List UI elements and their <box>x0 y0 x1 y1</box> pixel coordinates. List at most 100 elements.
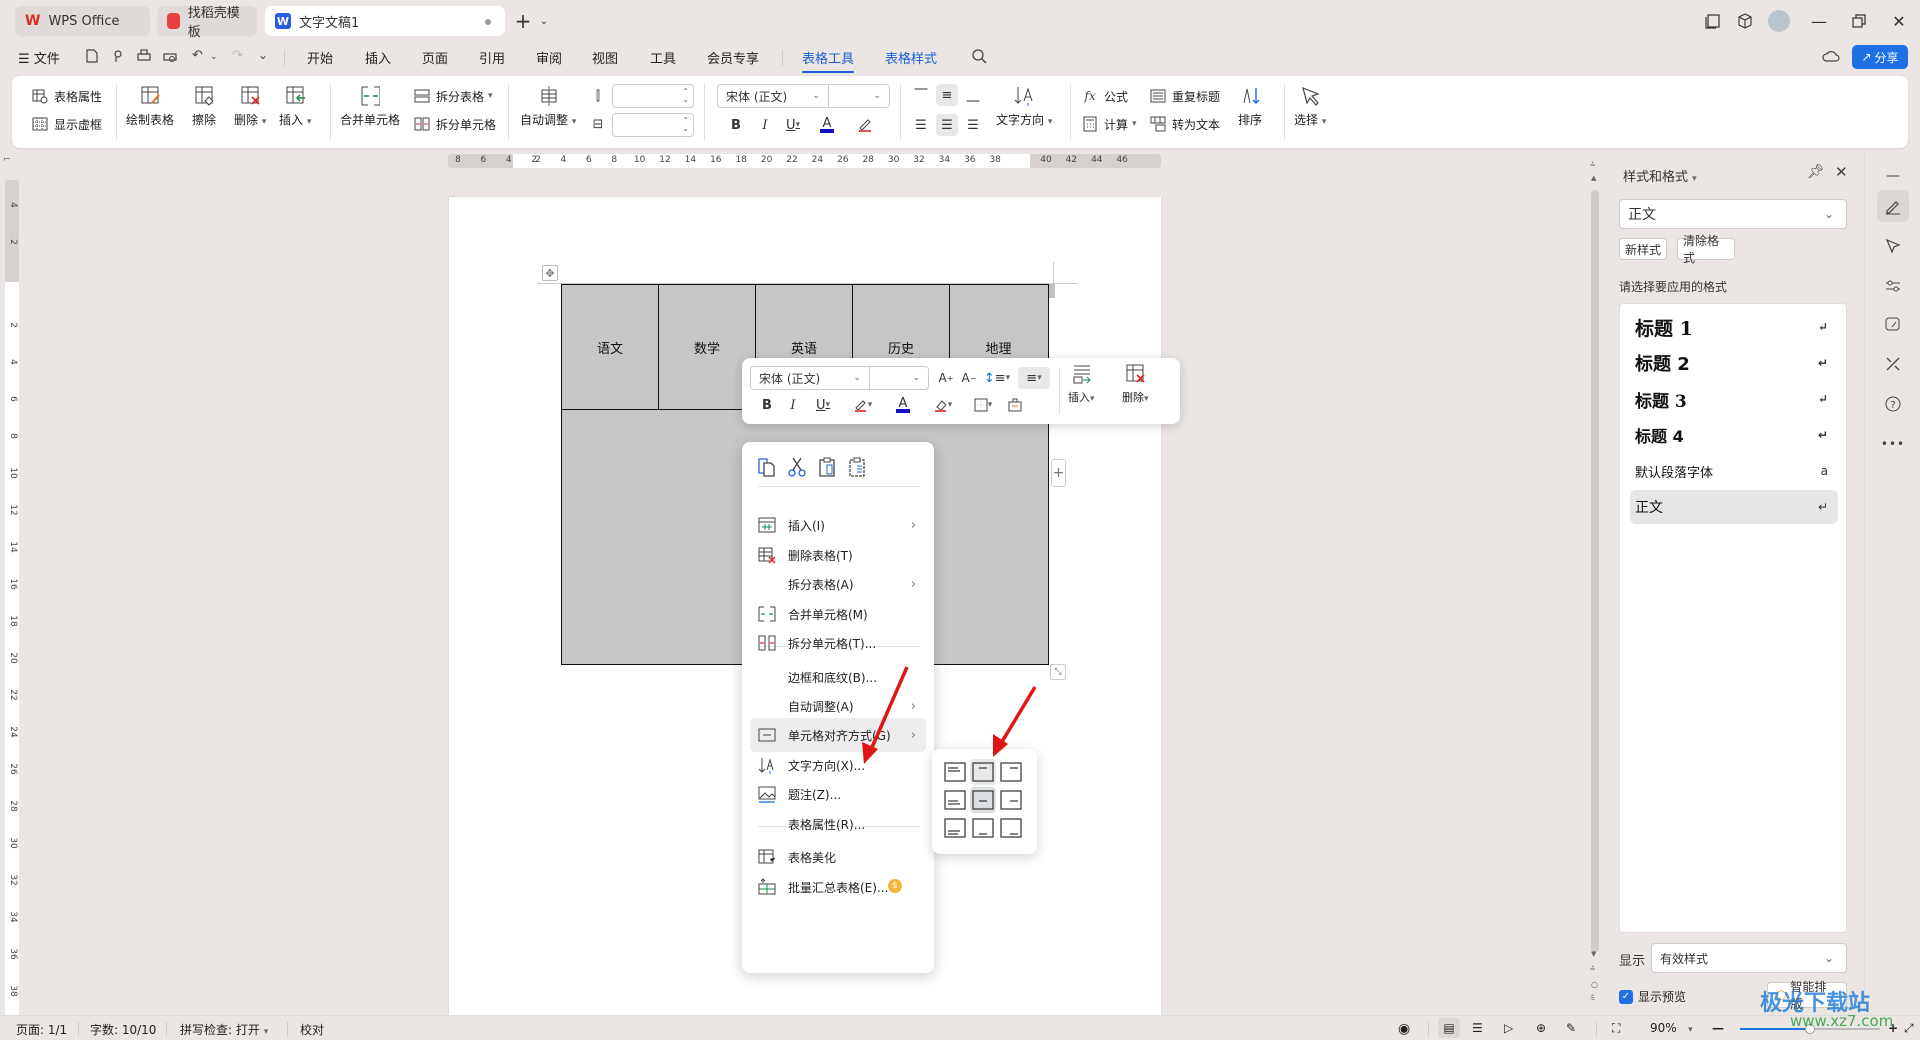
new-style-button[interactable]: 新样式 <box>1619 238 1667 260</box>
current-style-select[interactable]: 正文 ⌄ <box>1619 199 1847 229</box>
help-icon[interactable]: ? <box>1877 388 1909 420</box>
spinner-icon[interactable]: ⌃ ⌄ <box>682 117 689 133</box>
line-spacing-button[interactable]: ↕ ≡ ▾ <box>982 367 1012 389</box>
scrollbar-thumb[interactable] <box>1591 190 1599 952</box>
text-direction-dropdown[interactable]: 文字方向 ▾ <box>996 86 1052 128</box>
tab-document[interactable]: W 文字文稿1 <box>265 6 505 36</box>
share-button[interactable]: ↗ 分享 <box>1852 45 1908 69</box>
float-font-name-select[interactable]: 宋体 (正文) ⌄ <box>750 366 870 390</box>
align-middle-button[interactable]: ≡ <box>936 84 958 106</box>
align-top-center-button[interactable] <box>970 759 996 785</box>
context-menu-item[interactable]: 插入(I) › <box>750 508 926 542</box>
show-filter-select[interactable]: 有效样式 ⌄ <box>1651 943 1847 973</box>
menu-item-table-style[interactable]: 表格样式 <box>885 48 937 67</box>
close-panel-icon[interactable]: ✕ <box>1835 163 1848 181</box>
split-table-dropdown[interactable]: 拆分表格 ▾ <box>412 86 493 106</box>
prev-page-icon[interactable]: ⩮ <box>1590 964 1595 974</box>
adjust-sliders-icon[interactable] <box>1877 270 1909 302</box>
new-tab-button[interactable]: + <box>512 9 534 33</box>
align-top-right-button[interactable] <box>998 759 1024 785</box>
underline-button[interactable]: U ▾ <box>782 114 804 136</box>
table-cell[interactable]: 语文 <box>562 285 659 409</box>
context-menu-item[interactable]: 表格属性(R)... <box>750 807 926 841</box>
float-borders-button[interactable]: ▾ <box>968 394 998 416</box>
cube-icon[interactable] <box>1734 10 1756 32</box>
comment-cloud-icon[interactable] <box>1822 48 1840 66</box>
align-bottom-center-button[interactable] <box>970 815 996 841</box>
select-dropdown[interactable]: 选择 ▾ <box>1294 86 1326 128</box>
print-icon[interactable] <box>136 48 154 66</box>
tab-wps-office[interactable]: W WPS Office <box>15 6 150 36</box>
float-underline-button[interactable]: U ▾ <box>808 394 838 416</box>
menu-item-view[interactable]: 视图 <box>592 48 618 67</box>
split-cells-button[interactable]: 拆分单元格 <box>412 114 496 134</box>
close-icon[interactable]: ✕ <box>1888 10 1910 32</box>
context-menu-item[interactable]: 批量汇总表格(E)... $ <box>750 870 926 904</box>
style-item-heading-4[interactable]: 标题 4 ↵ <box>1630 418 1838 452</box>
bold-button[interactable]: B <box>725 114 747 136</box>
save-icon[interactable] <box>84 48 102 66</box>
copy-icon[interactable] <box>756 456 778 478</box>
menu-item-tools[interactable]: 工具 <box>650 48 676 67</box>
align-middle-right-button[interactable] <box>998 787 1024 813</box>
align-bottom-left-button[interactable] <box>942 815 968 841</box>
page-view-icon[interactable]: ▤ <box>1438 1018 1460 1038</box>
context-menu-item[interactable]: 表格美化 <box>750 840 926 874</box>
table-move-handle-icon[interactable]: ✥ <box>542 265 558 281</box>
align-bottom-button[interactable]: ⎽ <box>962 84 984 106</box>
web-view-icon[interactable]: ⊕ <box>1536 1021 1546 1035</box>
collapse-icon[interactable]: — <box>1877 168 1909 184</box>
menu-item-review[interactable]: 审阅 <box>536 48 562 67</box>
float-italic-button[interactable]: I <box>782 394 804 416</box>
menu-item-home[interactable]: 开始 <box>307 48 333 67</box>
zoom-out-button[interactable]: — <box>1712 1021 1724 1035</box>
horizontal-ruler[interactable]: 8 6 4 2 2 4 6 8 10 12 14 16 18 20 22 24 26 28 30 32 34 36 38 40… <box>448 154 1161 168</box>
more-options-icon[interactable]: ••• <box>1877 428 1909 460</box>
style-item-body[interactable]: 正文 ↵ <box>1630 490 1838 524</box>
context-menu-item[interactable]: 拆分表格(A) › <box>750 567 926 601</box>
avatar[interactable] <box>1768 10 1790 32</box>
fit-page-icon[interactable]: ⛶ <box>1612 1021 1620 1036</box>
sort-button[interactable]: 排序 <box>1238 86 1262 128</box>
vertical-scrollbar[interactable]: ⩮ ▲ ▼ ⩮ ○ ⩯ <box>1590 160 1600 1015</box>
pen-icon[interactable]: ✎ <box>1566 1021 1576 1035</box>
spinner-icon[interactable]: ⌃ ⌄ <box>682 88 689 104</box>
redo-icon[interactable]: ↷ <box>232 48 250 66</box>
style-item-heading-2[interactable]: 标题 2 ↵ <box>1630 346 1838 380</box>
delete-dropdown[interactable]: 删除 ▾ <box>234 86 266 128</box>
scroll-up-icon[interactable]: ▲ <box>1591 174 1596 182</box>
style-item-heading-3[interactable]: 标题 3 ↵ <box>1630 382 1838 416</box>
export-pdf-icon[interactable] <box>110 48 128 66</box>
more-chevron-icon[interactable]: ⌄ <box>258 48 276 66</box>
eye-protection-icon[interactable]: ◉ <box>1398 1021 1410 1037</box>
play-icon[interactable]: ▷ <box>1504 1021 1513 1035</box>
select-pointer-icon[interactable] <box>1877 230 1909 262</box>
style-item-heading-1[interactable]: 标题 1 ↵ <box>1630 310 1838 344</box>
context-menu-item[interactable]: 拆分单元格(T)... <box>750 626 926 660</box>
outline-view-icon[interactable]: ☰ <box>1472 1021 1483 1035</box>
highlight-button[interactable] <box>854 114 876 136</box>
menu-item-reference[interactable]: 引用 <box>479 48 505 67</box>
fullscreen-icon[interactable]: ⤢ <box>1904 1021 1914 1036</box>
grow-font-button[interactable]: A + <box>935 367 957 389</box>
paste-special-icon[interactable] <box>846 456 868 478</box>
merge-cells-button[interactable]: 合并单元格 <box>340 86 400 128</box>
restore-icon[interactable] <box>1848 10 1870 32</box>
search-icon[interactable] <box>971 48 989 66</box>
convert-to-text-button[interactable]: 转为文本 <box>1148 114 1220 134</box>
font-size-select[interactable]: ⌄ <box>828 84 890 108</box>
formula-button[interactable]: fx 公式 <box>1080 86 1128 106</box>
menu-item-table-tools[interactable]: 表格工具 <box>802 48 855 73</box>
scroll-down-icon[interactable]: ▼ <box>1591 950 1596 958</box>
float-insert-dropdown[interactable]: 插入▾ <box>1068 364 1095 405</box>
menu-item-member[interactable]: 会员专享 <box>707 48 759 67</box>
word-count[interactable]: 字数: 10/10 <box>90 1021 156 1038</box>
paste-icon[interactable] <box>816 456 838 478</box>
context-menu-item[interactable]: 单元格对齐方式(G) › <box>750 718 926 752</box>
col-width-input[interactable]: ⌃ ⌄ <box>612 113 694 137</box>
align-top-button[interactable]: ⎺ <box>910 84 932 106</box>
repeat-header-button[interactable]: 重复标题 <box>1148 86 1220 106</box>
italic-button[interactable]: I <box>754 114 776 136</box>
context-menu-item[interactable]: 题注(Z)... <box>750 777 926 811</box>
float-font-color-button[interactable]: A <box>888 394 918 416</box>
